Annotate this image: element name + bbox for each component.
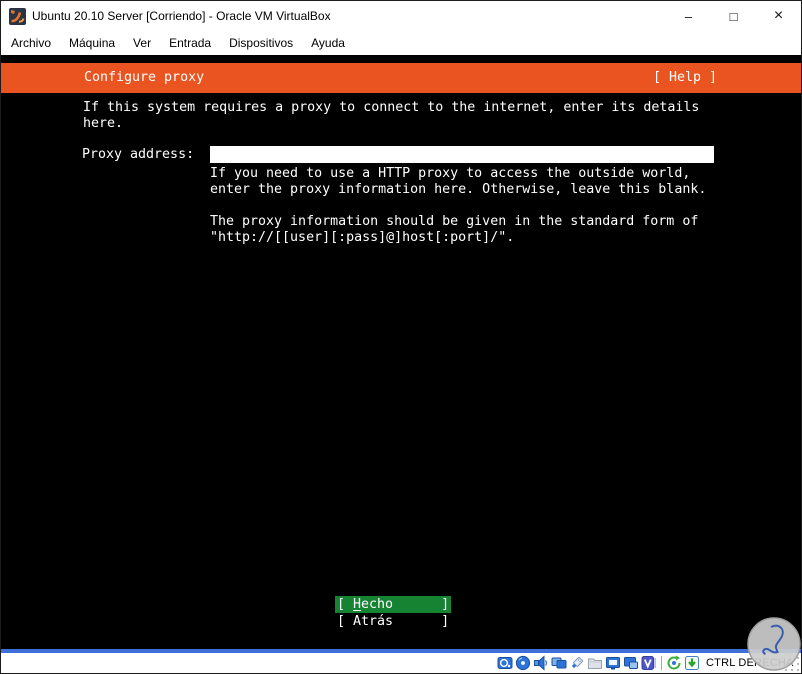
- menu-archivo[interactable]: Archivo: [2, 32, 60, 54]
- vm-screen: Configure proxy [ Help ] If this system …: [1, 55, 801, 649]
- intro-text-line2: here.: [83, 116, 124, 131]
- back-button-label: [ Atrás ]: [337, 614, 450, 629]
- window-title: Ubuntu 20.10 Server [Corriendo] - Oracle…: [32, 9, 331, 23]
- proxy-address-input[interactable]: [210, 146, 714, 163]
- network-icon[interactable]: [551, 655, 567, 671]
- page-title: Configure proxy: [84, 70, 205, 85]
- done-button-accelerator: H: [353, 597, 362, 612]
- intro-text-line1: If this system requires a proxy to conne…: [83, 100, 700, 115]
- menu-ver[interactable]: Ver: [124, 32, 160, 54]
- recording-icon[interactable]: [623, 655, 639, 671]
- format-help-line1: The proxy information should be given in…: [210, 214, 699, 229]
- optical-disc-icon[interactable]: [515, 655, 531, 671]
- proxy-address-label: Proxy address:: [82, 147, 195, 162]
- status-bar: CTRL DERECHA: [1, 653, 801, 673]
- format-help-line2: "http://[[user][:pass]@]host[:port]/".: [210, 230, 515, 245]
- keyboard-capture-icon[interactable]: [684, 655, 700, 671]
- virtualbox-app-icon: [9, 8, 26, 25]
- help-button[interactable]: [ Help ]: [653, 70, 717, 86]
- title-bar: Ubuntu 20.10 Server [Corriendo] - Oracle…: [1, 1, 801, 31]
- usb-icon[interactable]: [569, 655, 585, 671]
- field-help-line2: enter the proxy information here. Otherw…: [210, 182, 707, 197]
- installer-header: Configure proxy [ Help ]: [1, 63, 801, 93]
- field-help-line1: If you need to use a HTTP proxy to acces…: [210, 166, 691, 181]
- virtualbox-window: Ubuntu 20.10 Server [Corriendo] - Oracle…: [0, 0, 802, 674]
- menu-maquina[interactable]: Máquina: [60, 32, 124, 54]
- menu-bar: Archivo Máquina Ver Entrada Dispositivos…: [1, 31, 801, 55]
- menu-dispositivos[interactable]: Dispositivos: [220, 32, 302, 54]
- menu-ayuda[interactable]: Ayuda: [302, 32, 354, 54]
- menu-entrada[interactable]: Entrada: [160, 32, 220, 54]
- done-button-bracket: [: [337, 597, 354, 612]
- features-icon[interactable]: [641, 655, 657, 671]
- mouse-integration-icon[interactable]: [666, 655, 682, 671]
- maximize-button[interactable]: □: [711, 1, 756, 31]
- hard-disk-icon[interactable]: [497, 655, 513, 671]
- statusbar-separator: [661, 656, 662, 670]
- display-icon[interactable]: [605, 655, 621, 671]
- close-button[interactable]: ×: [756, 1, 801, 31]
- back-button[interactable]: [ Atrás ]: [335, 613, 451, 630]
- shared-folder-icon[interactable]: [587, 655, 603, 671]
- watermark-logo-icon: [747, 617, 801, 671]
- done-button[interactable]: [ Hecho ]: [335, 596, 451, 613]
- done-button-label: echo ]: [361, 597, 450, 612]
- minimize-button[interactable]: –: [666, 1, 711, 31]
- audio-icon[interactable]: [533, 655, 549, 671]
